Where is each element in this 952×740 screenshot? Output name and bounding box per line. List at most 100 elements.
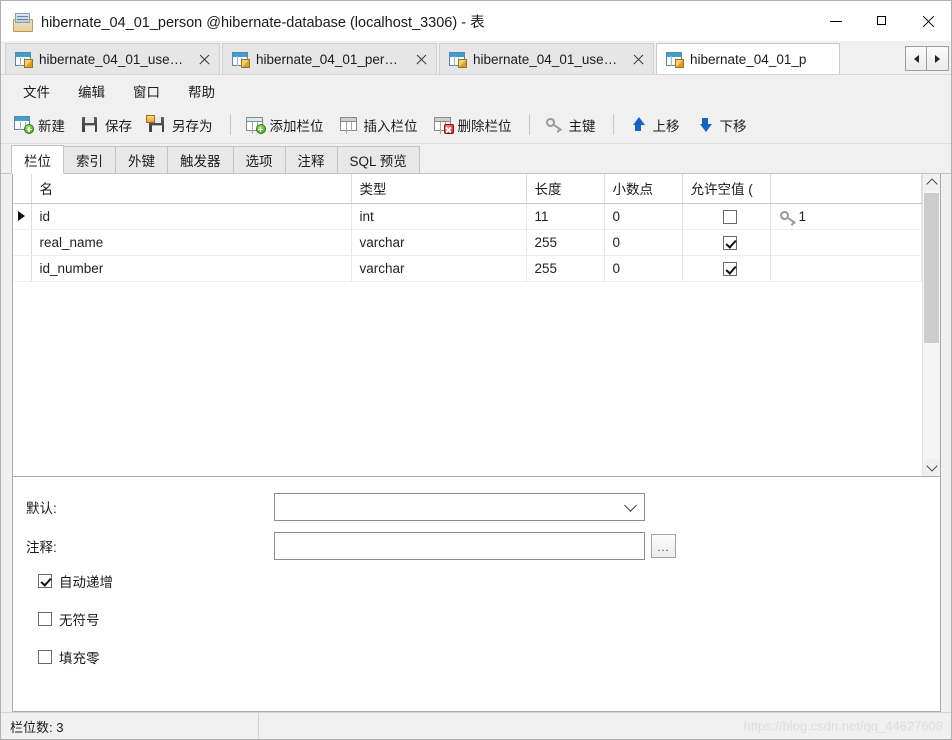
table-row[interactable]: id int 11 0 1 xyxy=(13,203,922,230)
comment-input[interactable] xyxy=(274,532,645,560)
scroll-thumb[interactable] xyxy=(924,193,939,343)
move-up-button[interactable]: 上移 xyxy=(622,111,687,139)
nullable-checkbox[interactable] xyxy=(723,209,737,224)
tab-options[interactable]: 选项 xyxy=(232,146,286,174)
cell-length[interactable]: 11 xyxy=(526,203,605,230)
comment-row: 注释: ... xyxy=(26,532,940,560)
column-header-name[interactable]: 名 xyxy=(31,174,352,204)
cell-type[interactable]: varchar xyxy=(351,229,527,256)
cell-name[interactable]: id xyxy=(31,203,352,230)
scroll-down-button[interactable] xyxy=(923,459,940,476)
save-button[interactable]: 保存 xyxy=(74,111,139,139)
table-window-icon xyxy=(12,11,33,32)
insert-column-button[interactable]: 插入栏位 xyxy=(333,111,425,139)
tab-close-icon[interactable] xyxy=(630,51,647,68)
save-as-button[interactable]: 另存为 xyxy=(141,111,220,139)
move-down-button[interactable]: 下移 xyxy=(689,111,754,139)
tab-item-2[interactable]: hibernate_04_01_user ... xyxy=(439,43,654,74)
table-row[interactable]: id_number varchar 255 0 xyxy=(13,255,922,282)
table-editor-icon xyxy=(15,51,33,68)
tab-scroll-prev-button[interactable] xyxy=(905,46,927,71)
tab-close-icon[interactable] xyxy=(413,51,430,68)
cell-length[interactable]: 255 xyxy=(526,229,605,256)
scroll-up-button[interactable] xyxy=(923,174,940,191)
close-button[interactable] xyxy=(905,1,951,41)
tab-strip: hibernate_04_01_user ... hibernate_04_01… xyxy=(1,41,951,75)
insert-column-icon xyxy=(339,116,359,133)
zero-fill-label: 填充零 xyxy=(59,651,100,666)
tab-comment[interactable]: 注释 xyxy=(284,146,338,174)
column-header-key[interactable] xyxy=(770,174,922,204)
table-row[interactable]: real_name varchar 255 0 xyxy=(13,229,922,256)
primary-key-button[interactable]: 主键 xyxy=(538,111,603,139)
cell-key[interactable] xyxy=(770,255,922,282)
nullable-checkbox[interactable] xyxy=(723,235,737,250)
tab-close-icon[interactable] xyxy=(196,51,213,68)
toolbar-label: 新建 xyxy=(38,118,65,134)
menu-item-help[interactable]: 帮助 xyxy=(174,77,229,105)
cell-length[interactable]: 255 xyxy=(526,255,605,282)
tab-foreign-keys[interactable]: 外键 xyxy=(115,146,168,174)
tab-sql-preview[interactable]: SQL 预览 xyxy=(336,146,420,174)
add-column-button[interactable]: 添加栏位 xyxy=(239,111,331,139)
cell-name[interactable]: real_name xyxy=(31,229,352,256)
auto-increment-checkbox[interactable] xyxy=(38,574,52,588)
unsigned-checkbox[interactable] xyxy=(38,612,52,626)
cell-nullable[interactable] xyxy=(682,255,771,282)
cell-name[interactable]: id_number xyxy=(31,255,352,282)
zero-fill-checkbox[interactable] xyxy=(38,650,52,664)
menu-item-window[interactable]: 窗口 xyxy=(119,77,174,105)
cell-decimals[interactable]: 0 xyxy=(604,255,683,282)
tab-indexes[interactable]: 索引 xyxy=(63,146,116,174)
tab-item-3[interactable]: hibernate_04_01_p xyxy=(656,43,840,74)
chevron-down-icon xyxy=(624,498,637,512)
fields-grid: 名 类型 长度 小数点 允许空值 ( id int 11 0 1 real_na… xyxy=(12,174,941,477)
tab-nav xyxy=(905,46,949,71)
cell-decimals[interactable]: 0 xyxy=(604,229,683,256)
title-bar: hibernate_04_01_person @hibernate-databa… xyxy=(1,1,951,41)
menu-item-edit[interactable]: 编辑 xyxy=(64,77,119,105)
cell-decimals[interactable]: 0 xyxy=(604,203,683,230)
cell-key[interactable] xyxy=(770,229,922,256)
column-header-nullable[interactable]: 允许空值 ( xyxy=(682,174,771,204)
grid-empty-area xyxy=(13,282,922,476)
table-header-row: 名 类型 长度 小数点 允许空值 ( xyxy=(13,174,922,204)
cell-key[interactable]: 1 xyxy=(770,203,922,230)
cell-type[interactable]: int xyxy=(351,203,527,230)
auto-increment-row[interactable]: 自动递增 xyxy=(38,571,940,591)
unsigned-row[interactable]: 无符号 xyxy=(38,609,940,629)
arrow-down-icon xyxy=(696,116,715,133)
default-combobox[interactable] xyxy=(274,493,645,521)
toolbar-label: 另存为 xyxy=(172,118,213,134)
tab-fields[interactable]: 栏位 xyxy=(11,145,64,174)
tab-label: hibernate_04_01_perso... xyxy=(256,51,403,67)
fields-table: 名 类型 长度 小数点 允许空值 ( id int 11 0 1 real_na… xyxy=(13,174,922,282)
tab-label: hibernate_04_01_p xyxy=(690,51,807,67)
field-count-status: 栏位数: 3 xyxy=(1,713,259,739)
nullable-checkbox[interactable] xyxy=(723,261,737,276)
new-button[interactable]: 新建 xyxy=(7,111,72,139)
tab-triggers[interactable]: 触发器 xyxy=(167,146,234,174)
cell-type[interactable]: varchar xyxy=(351,255,527,282)
comment-browse-button[interactable]: ... xyxy=(651,534,676,558)
delete-column-button[interactable]: 删除栏位 xyxy=(427,111,519,139)
column-header-length[interactable]: 长度 xyxy=(526,174,605,204)
tab-item-1[interactable]: hibernate_04_01_perso... xyxy=(222,43,437,74)
tab-item-0[interactable]: hibernate_04_01_user ... xyxy=(5,43,220,74)
tab-scroll-next-button[interactable] xyxy=(927,46,949,71)
zero-fill-row[interactable]: 填充零 xyxy=(38,647,940,667)
menu-item-file[interactable]: 文件 xyxy=(9,77,64,105)
minimize-button[interactable] xyxy=(813,1,859,41)
cell-nullable[interactable] xyxy=(682,229,771,256)
delete-column-icon xyxy=(433,116,454,134)
grid-vertical-scrollbar[interactable] xyxy=(922,174,940,476)
column-header-type[interactable]: 类型 xyxy=(351,174,527,204)
row-indicator-header xyxy=(13,174,32,204)
maximize-button[interactable] xyxy=(859,1,905,41)
column-header-decimals[interactable]: 小数点 xyxy=(604,174,683,204)
default-label: 默认: xyxy=(26,501,57,516)
cell-nullable[interactable] xyxy=(682,203,771,230)
toolbar-label: 主键 xyxy=(568,118,596,134)
toolbar-separator xyxy=(612,114,614,135)
scroll-track[interactable] xyxy=(923,191,940,459)
